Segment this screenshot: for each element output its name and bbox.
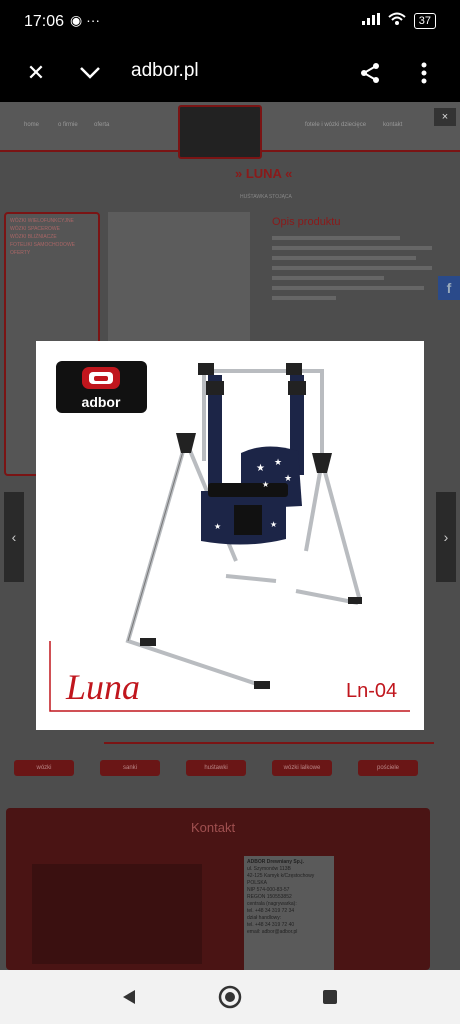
share-icon[interactable] — [355, 58, 385, 88]
contact-line: NIP 574-000-83-57 — [247, 887, 290, 893]
recents-icon[interactable] — [317, 984, 343, 1010]
android-nav-bar — [0, 970, 460, 1024]
contact-line: email: adbor@adbor.pl — [247, 929, 298, 935]
sidebar-item[interactable]: WÓZKI BLIŹNIACZE — [6, 232, 98, 240]
lightbox-close-button[interactable]: × — [434, 108, 456, 126]
description-title: Opis produktu — [272, 216, 341, 228]
contact-line: ADBOR Drewniany Sp.j. — [247, 859, 304, 865]
nav-products[interactable]: fotele i wózki dziecięce — [305, 122, 366, 128]
tab-swings[interactable]: huśtawki — [186, 760, 246, 776]
contact-line: REGON 150553852 — [247, 894, 292, 900]
foot-cap — [254, 681, 270, 689]
status-bar: 17:06 ◉ ··· 37 — [0, 0, 460, 44]
status-time: 17:06 — [24, 13, 65, 30]
logo-text: adbor — [82, 394, 121, 410]
model-code: Ln-04 — [346, 680, 397, 702]
status-right: 37 — [361, 12, 436, 29]
home-icon[interactable] — [217, 984, 243, 1010]
signal-icon — [361, 13, 380, 28]
nav-about[interactable]: o firmie — [58, 122, 78, 128]
swing-product-illustration: adbor ★ ★ ★ ★ ★ ★ Luna Ln-04 — [49, 361, 410, 712]
contact-line: POLSKA — [247, 880, 268, 886]
site-logo[interactable] — [178, 105, 262, 159]
close-icon[interactable]: ✕ — [21, 58, 51, 88]
lightbox-image: adbor ★ ★ ★ ★ ★ ★ Luna Ln-04 — [36, 341, 424, 730]
sidebar-item[interactable]: WÓZKI WIELOFUNKCYJNE — [6, 214, 98, 224]
sidebar-item[interactable]: WÓZKI SPACEROWE — [6, 224, 98, 232]
contact-line: dział handlowy: — [247, 915, 282, 921]
tab-doll-strollers[interactable]: wózki lalkowe — [272, 760, 332, 776]
breadcrumb: HUŚTAWKA STOJĄCA — [240, 194, 292, 200]
tab-strollers[interactable]: wózki — [14, 760, 74, 776]
product-title: » LUNA « — [235, 166, 293, 181]
svg-text:★: ★ — [270, 520, 277, 529]
contact-section: Kontakt ADBOR Drewniany Sp.j. ul. Szymon… — [6, 808, 430, 970]
description-text — [272, 236, 432, 306]
foot-cap — [140, 638, 156, 646]
contact-line: 42-125 Kamyk k/Częstochowy — [247, 873, 315, 879]
product-thumbnail[interactable] — [108, 212, 250, 342]
svg-text:★: ★ — [262, 480, 269, 489]
facebook-icon[interactable]: f — [438, 276, 460, 300]
tab-sleds[interactable]: sanki — [100, 760, 160, 776]
contact-line: centrala (nagrywarka): — [247, 901, 297, 907]
back-icon[interactable] — [116, 984, 142, 1010]
contact-line: ul. Szymonów 113B — [247, 866, 291, 872]
chevron-down-icon[interactable] — [75, 58, 105, 88]
contact-title: Kontakt — [191, 820, 236, 835]
svg-text:★: ★ — [284, 473, 292, 483]
adbor-logo: adbor — [56, 361, 147, 413]
contact-form[interactable] — [32, 864, 202, 964]
sidebar-item[interactable]: OFERTY — [6, 248, 98, 256]
luna-script-logo: Luna — [65, 667, 140, 707]
foot-cap — [348, 597, 362, 604]
svg-text:★: ★ — [214, 522, 221, 531]
wifi-icon — [388, 12, 406, 29]
category-tabs: wózki sanki huśtawki wózki lalkowe pości… — [14, 760, 434, 780]
nav-home[interactable]: home — [24, 122, 39, 128]
nav-offer[interactable]: oferta — [94, 122, 109, 128]
svg-text:★: ★ — [256, 463, 265, 474]
menu-icon[interactable] — [409, 58, 439, 88]
battery-icon: 37 — [413, 12, 436, 29]
url-text[interactable]: adbor.pl — [131, 60, 199, 82]
contact-line: tel. +48 34 319 72 34 — [247, 908, 295, 914]
svg-text:★: ★ — [274, 457, 282, 467]
site-header: home o firmie oferta fotele i wózki dzie… — [0, 102, 460, 159]
lightbox-next-button[interactable]: › — [436, 492, 456, 582]
swing-frame-outline — [127, 440, 187, 642]
lightbox-prev-button[interactable]: ‹ — [4, 492, 24, 582]
contact-line: tel. +48 34 319 72 40 — [247, 922, 295, 928]
contact-card: ADBOR Drewniany Sp.j. ul. Szymonów 113B … — [244, 856, 334, 970]
notification-icons: ◉ ··· — [70, 12, 101, 28]
nav-contact[interactable]: kontakt — [383, 122, 402, 128]
browser-toolbar: ✕ adbor.pl — [0, 44, 460, 102]
sidebar-item[interactable]: FOTELIKI SAMOCHODOWE — [6, 240, 98, 248]
divider — [104, 742, 434, 744]
tab-bedding[interactable]: pościele — [358, 760, 418, 776]
